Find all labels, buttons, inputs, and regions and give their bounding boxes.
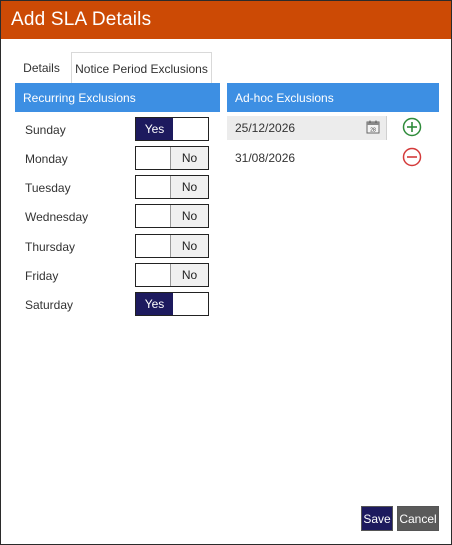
thursday-toggle[interactable]: No — [135, 234, 209, 258]
day-label: Thursday — [25, 240, 76, 254]
day-label: Sunday — [25, 123, 66, 137]
monday-toggle[interactable]: No — [135, 146, 209, 170]
day-row-monday: Monday No — [15, 146, 225, 172]
day-row-saturday: Saturday Yes — [15, 292, 225, 318]
toggle-state: No — [170, 147, 208, 169]
day-row-tuesday: Tuesday No — [15, 175, 225, 201]
adhoc-date-input[interactable]: 25/12/2026 28 — [227, 116, 387, 140]
plus-circle-icon[interactable] — [402, 117, 422, 137]
dialog-title: Add SLA Details — [11, 9, 152, 30]
adhoc-input-row: 25/12/2026 28 — [227, 116, 439, 140]
day-row-wednesday: Wednesday No — [15, 204, 225, 230]
toggle-state: No — [170, 176, 208, 198]
day-label: Tuesday — [25, 181, 71, 195]
friday-toggle[interactable]: No — [135, 263, 209, 287]
day-row-friday: Friday No — [15, 263, 225, 289]
toggle-state: Yes — [136, 118, 173, 140]
day-label: Saturday — [25, 298, 74, 312]
toggle-state: No — [170, 235, 208, 257]
save-button[interactable]: Save — [361, 506, 393, 531]
recurring-exclusions-header: Recurring Exclusions — [15, 83, 220, 112]
minus-circle-icon[interactable] — [402, 147, 422, 167]
cancel-button[interactable]: Cancel — [397, 506, 439, 531]
toggle-state: No — [170, 205, 208, 227]
tab-details[interactable]: Details — [13, 52, 70, 83]
toggle-state: No — [170, 264, 208, 286]
tuesday-toggle[interactable]: No — [135, 175, 209, 199]
adhoc-date-value: 25/12/2026 — [235, 121, 296, 135]
dialog-title-bar: Add SLA Details — [1, 1, 451, 39]
adhoc-date-row: 31/08/2026 — [227, 146, 439, 170]
sunday-toggle[interactable]: Yes — [135, 117, 209, 141]
calendar-icon[interactable]: 28 — [366, 120, 380, 134]
tab-notice-period-exclusions[interactable]: Notice Period Exclusions — [71, 52, 212, 84]
toggle-state: Yes — [136, 293, 173, 315]
tab-bar: Details Notice Period Exclusions — [13, 52, 439, 84]
adhoc-date-item: 31/08/2026 — [235, 151, 296, 165]
calendar-icon-day: 28 — [370, 128, 376, 134]
adhoc-exclusions-header: Ad-hoc Exclusions — [227, 83, 439, 112]
day-label: Friday — [25, 269, 59, 283]
day-row-thursday: Thursday No — [15, 234, 225, 260]
saturday-toggle[interactable]: Yes — [135, 292, 209, 316]
day-row-sunday: Sunday Yes — [15, 117, 225, 143]
add-sla-dialog: Add SLA Details Details Notice Period Ex… — [0, 0, 452, 545]
day-label: Monday — [25, 152, 68, 166]
wednesday-toggle[interactable]: No — [135, 204, 209, 228]
day-label: Wednesday — [25, 210, 89, 224]
